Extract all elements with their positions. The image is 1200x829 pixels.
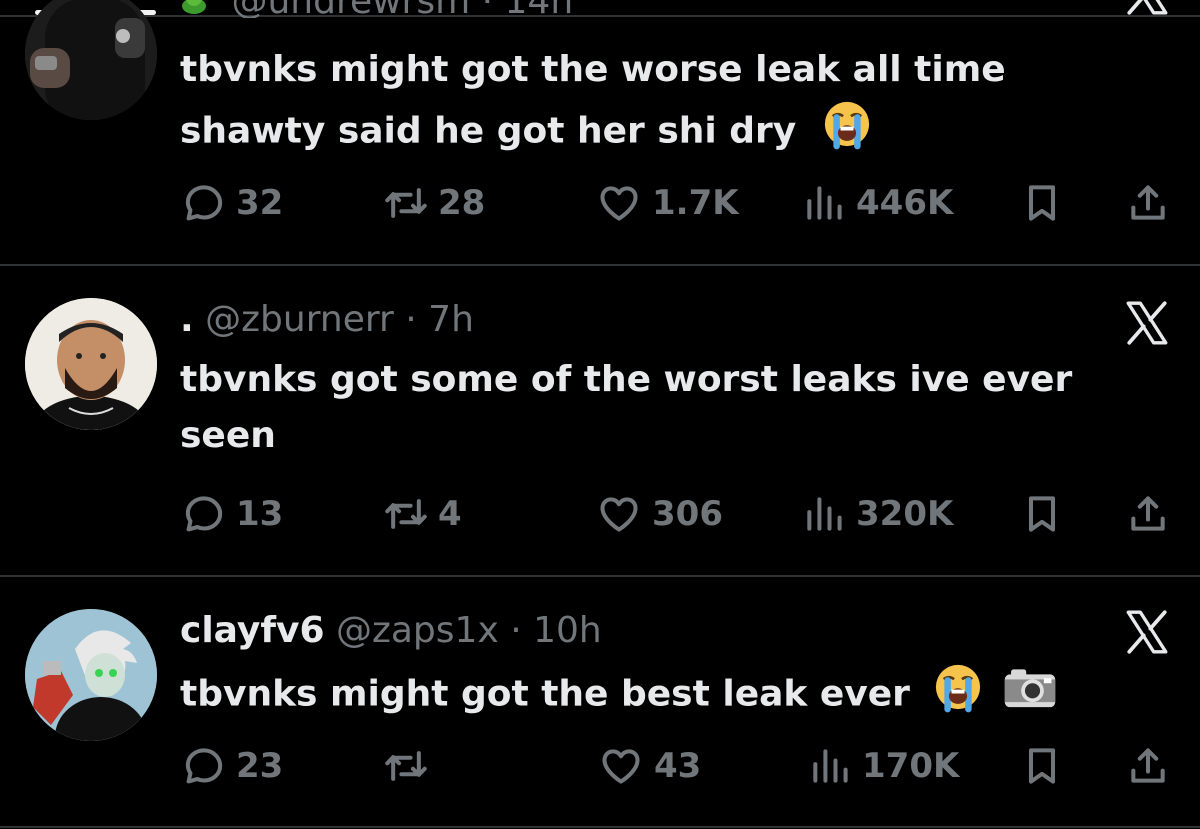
share-button[interactable] xyxy=(1126,489,1170,539)
tweet-text-line: tbvnks might got the worse leak all time xyxy=(180,49,1006,90)
reply-count: 32 xyxy=(236,183,284,223)
views-icon xyxy=(802,492,846,536)
tweet-1[interactable]: @undrewrsm · 14h tbvnks might got the wo… xyxy=(0,0,1200,265)
like-count: 1.7K xyxy=(652,183,739,223)
separator: · xyxy=(482,0,493,18)
tweet-actions: 23 43 170K xyxy=(0,741,1200,791)
tweet-3[interactable]: clayfv6 @zaps1x · 10h tbvnks might got t… xyxy=(0,577,1200,829)
loudly-crying-face-icon xyxy=(932,661,984,730)
tweet-text: tbvnks might got the worse leak all time… xyxy=(180,42,1140,167)
reply-icon xyxy=(182,181,226,225)
reply-icon xyxy=(182,492,226,536)
views-button[interactable]: 446K xyxy=(802,178,953,228)
tweet-text-line: tbvnks got some of the worst leaks ive e… xyxy=(180,359,1073,400)
tweet-time[interactable]: 14h xyxy=(505,0,574,18)
repost-button[interactable] xyxy=(384,741,438,791)
bookmark-icon xyxy=(1020,492,1064,536)
separator: · xyxy=(405,299,417,340)
tweet-text-line-2: shawty said he got her shi dry xyxy=(180,98,1140,167)
like-icon xyxy=(596,181,642,225)
repost-count: 4 xyxy=(438,494,462,534)
display-name[interactable]: clayfv6 xyxy=(180,610,325,651)
tweet-handle[interactable]: @undrewrsm xyxy=(231,0,470,18)
tweet-time[interactable]: 10h xyxy=(533,610,602,651)
bookmark-icon xyxy=(1020,744,1064,788)
tweet-actions: 32 28 1.7K 446K xyxy=(0,178,1200,228)
bookmark-button[interactable] xyxy=(1020,178,1064,228)
like-button[interactable]: 1.7K xyxy=(596,178,739,228)
like-icon xyxy=(598,744,644,788)
repost-icon xyxy=(384,181,428,225)
tweet-header: clayfv6 @zaps1x · 10h xyxy=(180,609,602,653)
green-emoji-icon xyxy=(180,0,208,18)
share-icon xyxy=(1126,181,1170,225)
views-button[interactable]: 170K xyxy=(808,741,959,791)
x-logo-icon xyxy=(1122,607,1172,657)
tweet-text-line: tbvnks might got the best leak ever xyxy=(180,673,910,715)
divider xyxy=(0,826,1200,828)
avatar[interactable] xyxy=(25,298,157,430)
reply-count: 13 xyxy=(236,494,284,534)
like-count: 43 xyxy=(654,746,702,786)
like-count: 306 xyxy=(652,494,723,534)
reply-button[interactable]: 32 xyxy=(182,178,283,228)
x-logo-icon xyxy=(1122,298,1172,348)
avatar[interactable] xyxy=(25,0,157,120)
tweet-header: @undrewrsm · 14h xyxy=(180,0,573,18)
tweet-text: tbvnks got some of the worst leaks ive e… xyxy=(180,352,1140,464)
reply-button[interactable]: 23 xyxy=(182,741,283,791)
tweet-text-line: seen xyxy=(180,415,276,456)
tweet-2[interactable]: . @zburnerr · 7h tbvnks got some of the … xyxy=(0,266,1200,576)
tweet-text: tbvnks might got the best leak ever xyxy=(180,661,1140,730)
views-button[interactable]: 320K xyxy=(802,489,953,539)
like-icon xyxy=(596,492,642,536)
share-icon xyxy=(1126,744,1170,788)
bookmark-icon xyxy=(1020,181,1064,225)
views-count: 446K xyxy=(856,183,954,223)
reply-count: 23 xyxy=(236,746,284,786)
tweet-handle[interactable]: @zburnerr xyxy=(205,299,394,340)
like-button[interactable]: 43 xyxy=(598,741,701,791)
tweet-text-line: shawty said he got her shi dry xyxy=(180,110,797,152)
loudly-crying-face-icon xyxy=(821,98,873,167)
share-button[interactable] xyxy=(1126,178,1170,228)
reply-icon xyxy=(182,744,226,788)
repost-button[interactable]: 4 xyxy=(384,489,462,539)
tweet-actions: 13 4 306 320K xyxy=(0,489,1200,539)
camera-with-flash-icon xyxy=(1001,661,1059,730)
share-icon xyxy=(1126,492,1170,536)
bookmark-button[interactable] xyxy=(1020,489,1064,539)
tweet-header: . @zburnerr · 7h xyxy=(180,298,474,342)
avatar[interactable] xyxy=(25,609,157,741)
repost-icon xyxy=(384,744,428,788)
bookmark-button[interactable] xyxy=(1020,741,1064,791)
display-name[interactable]: . xyxy=(180,299,194,340)
x-logo-icon xyxy=(1122,0,1172,18)
separator: · xyxy=(510,610,522,651)
views-count: 320K xyxy=(856,494,954,534)
reply-button[interactable]: 13 xyxy=(182,489,283,539)
views-icon xyxy=(802,181,846,225)
repost-icon xyxy=(384,492,428,536)
repost-button[interactable]: 28 xyxy=(384,178,485,228)
like-button[interactable]: 306 xyxy=(596,489,723,539)
tweet-handle[interactable]: @zaps1x xyxy=(336,610,499,651)
tweet-time[interactable]: 7h xyxy=(428,299,474,340)
views-count: 170K xyxy=(862,746,960,786)
views-icon xyxy=(808,744,852,788)
share-button[interactable] xyxy=(1126,741,1170,791)
repost-count: 28 xyxy=(438,183,486,223)
tweet-text-line-1: tbvnks might got the best leak ever xyxy=(180,661,1140,730)
